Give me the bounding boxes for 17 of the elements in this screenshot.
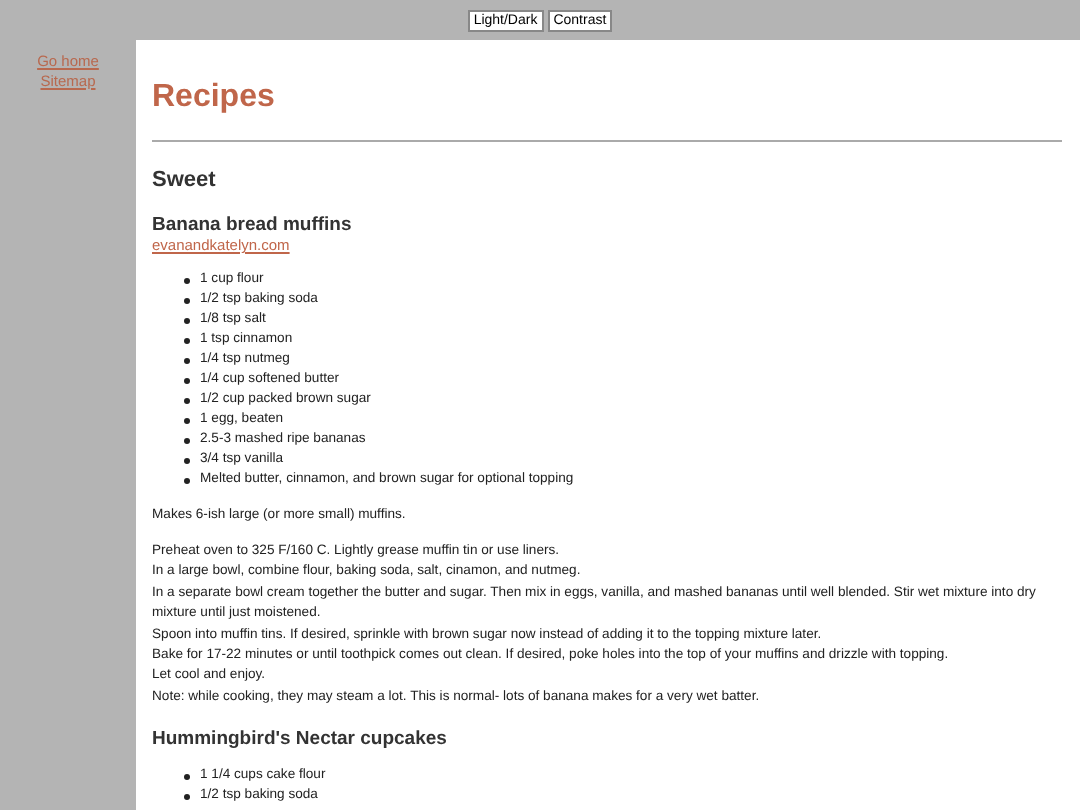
bullet-icon	[184, 337, 190, 343]
bullet-icon	[184, 773, 190, 780]
bullet-icon	[184, 277, 190, 283]
bullet-icon	[184, 457, 190, 463]
recipe-title: Hummingbird's Nectar cupcakes	[152, 728, 449, 751]
bullet-icon	[184, 377, 190, 383]
bullet-icon	[184, 793, 190, 800]
bullet-icon	[184, 297, 190, 303]
bullet-icon	[184, 317, 190, 323]
bullet-icon	[184, 397, 190, 403]
bullet-icon	[184, 357, 190, 363]
section-heading: Sweet	[152, 166, 218, 194]
bullet-icon	[184, 437, 190, 443]
page-title: Recipes	[152, 78, 277, 118]
bullet-icon	[184, 477, 190, 483]
recipe-title: Banana bread muffins	[152, 214, 354, 236]
bullet-icon	[184, 417, 190, 423]
